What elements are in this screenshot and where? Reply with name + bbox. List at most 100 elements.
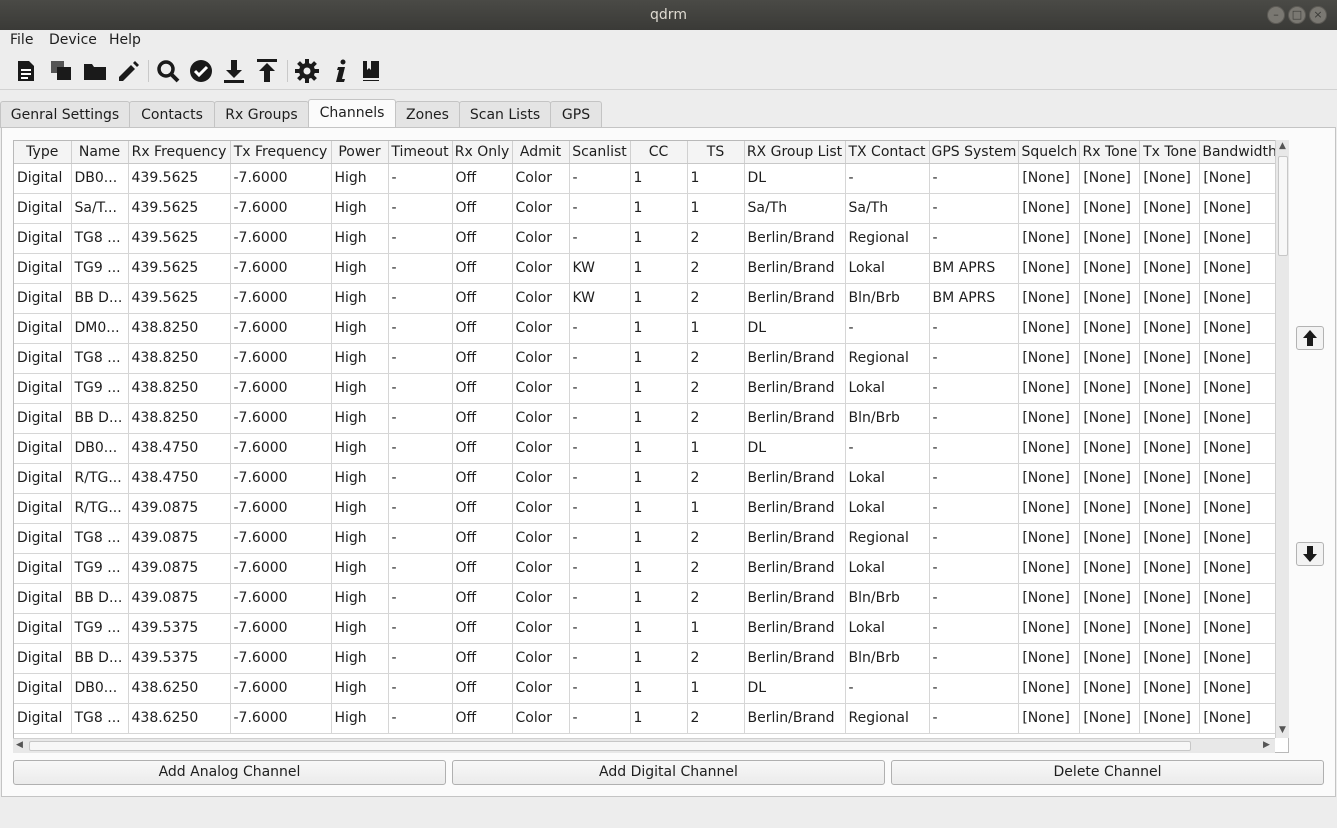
table-cell[interactable]: 438.4750 [128,463,231,494]
column-header[interactable]: TX Contact [845,141,930,164]
table-cell[interactable]: Berlin/Brand [744,373,846,404]
table-cell[interactable]: 2 [687,223,745,254]
table-cell[interactable]: DB0... [71,433,129,464]
table-cell[interactable]: Berlin/Brand [744,703,846,734]
table-row[interactable]: Digital DB0... 439.5625 -7.6000 High - Off Colo… [14,163,1280,194]
verify-check-icon[interactable] [188,58,214,84]
table-cell[interactable]: Digital [14,193,72,224]
table-cell[interactable]: - [569,223,631,254]
table-cell[interactable]: [None] [1199,583,1280,614]
table-cell[interactable]: Off [452,553,513,584]
table-cell[interactable]: High [331,583,389,614]
table-cell[interactable]: [None] [1199,493,1280,524]
table-cell[interactable]: 439.0875 [128,523,231,554]
table-cell[interactable]: Digital [14,583,72,614]
table-cell[interactable]: Color [512,253,570,284]
table-row[interactable]: Digital DM0... 438.8250 -7.6000 High - Off Colo… [14,313,1280,344]
table-cell[interactable]: - [929,493,1020,524]
scroll-left-arrow-icon[interactable]: ◀ [16,740,23,750]
table-cell[interactable]: Off [452,463,513,494]
table-cell[interactable]: Lokal [845,253,930,284]
scroll-right-arrow-icon[interactable]: ▶ [1263,740,1270,750]
move-up-button[interactable] [1296,326,1324,350]
table-cell[interactable]: Off [452,193,513,224]
table-cell[interactable]: [None] [1079,343,1141,374]
table-cell[interactable]: - [929,403,1020,434]
table-cell[interactable]: TG8 ... [71,703,129,734]
table-cell[interactable]: Berlin/Brand [744,253,846,284]
table-cell[interactable]: [None] [1139,253,1201,284]
table-cell[interactable]: [None] [1018,553,1081,584]
table-cell[interactable]: - [929,433,1020,464]
table-cell[interactable]: Regional [845,343,930,374]
table-cell[interactable]: 438.8250 [128,403,231,434]
table-cell[interactable]: Digital [14,553,72,584]
table-cell[interactable]: Off [452,703,513,734]
table-cell[interactable]: [None] [1139,673,1201,704]
horizontal-scroll-thumb[interactable] [29,741,1191,751]
table-row[interactable]: Digital TG9 ... 438.8250 -7.6000 High - Off Col… [14,373,1280,404]
table-cell[interactable]: High [331,613,389,644]
menu-file[interactable]: File [10,32,33,48]
table-cell[interactable]: DL [744,163,846,194]
table-cell[interactable]: DB0... [71,673,129,704]
table-cell[interactable]: 1 [630,643,688,674]
table-cell[interactable]: [None] [1139,163,1201,194]
table-row[interactable]: Digital BB D... 439.5375 -7.6000 High - Off Col… [14,643,1280,674]
table-cell[interactable]: - [388,703,453,734]
table-cell[interactable]: [None] [1139,553,1201,584]
table-cell[interactable]: Regional [845,223,930,254]
table-cell[interactable]: - [845,163,930,194]
table-cell[interactable]: Off [452,523,513,554]
table-cell[interactable]: Off [452,163,513,194]
table-cell[interactable]: High [331,283,389,314]
table-cell[interactable]: 1 [630,493,688,524]
table-cell[interactable]: Digital [14,223,72,254]
table-cell[interactable]: Color [512,613,570,644]
table-row[interactable]: Digital DB0... 438.4750 -7.6000 High - Off Colo… [14,433,1280,464]
table-cell[interactable]: 1 [630,373,688,404]
table-cell[interactable]: -7.6000 [230,223,332,254]
table-cell[interactable]: High [331,433,389,464]
table-cell[interactable]: [None] [1079,253,1141,284]
table-cell[interactable]: [None] [1199,223,1280,254]
table-cell[interactable]: 439.5625 [128,193,231,224]
table-cell[interactable]: - [569,673,631,704]
table-cell[interactable]: TG8 ... [71,223,129,254]
table-cell[interactable]: -7.6000 [230,523,332,554]
table-cell[interactable]: 2 [687,403,745,434]
table-cell[interactable]: - [929,583,1020,614]
table-cell[interactable]: KW [569,253,631,284]
table-cell[interactable]: [None] [1139,223,1201,254]
table-cell[interactable]: [None] [1199,433,1280,464]
table-cell[interactable]: Berlin/Brand [744,493,846,524]
table-cell[interactable]: - [388,583,453,614]
table-cell[interactable]: Color [512,553,570,584]
table-cell[interactable]: DM0... [71,313,129,344]
table-cell[interactable]: [None] [1139,313,1201,344]
table-cell[interactable]: -7.6000 [230,613,332,644]
vertical-scrollbar[interactable]: ▲ ▼ [1275,140,1289,738]
table-row[interactable]: Digital TG8 ... 438.6250 -7.6000 High - Off Col… [14,703,1280,734]
tab-zones[interactable]: Zones [395,101,460,128]
table-cell[interactable]: DL [744,673,846,704]
table-cell[interactable]: Digital [14,373,72,404]
table-cell[interactable]: Digital [14,643,72,674]
table-cell[interactable]: 1 [630,193,688,224]
table-cell[interactable]: - [388,433,453,464]
table-cell[interactable]: - [569,313,631,344]
table-cell[interactable]: Berlin/Brand [744,283,846,314]
table-cell[interactable]: - [929,673,1020,704]
table-cell[interactable]: - [569,343,631,374]
table-row[interactable]: Digital BB D... 439.5625 -7.6000 High - Off Col… [14,283,1280,314]
column-header[interactable]: Bandwidth [1199,141,1280,164]
table-cell[interactable]: Lokal [845,463,930,494]
table-cell[interactable]: - [569,553,631,584]
table-cell[interactable]: BB D... [71,643,129,674]
table-cell[interactable]: 439.5375 [128,613,231,644]
table-cell[interactable]: 1 [630,553,688,584]
table-cell[interactable]: High [331,643,389,674]
table-cell[interactable]: [None] [1018,703,1081,734]
table-cell[interactable]: - [388,493,453,524]
table-row[interactable]: Digital TG8 ... 438.8250 -7.6000 High - Off Col… [14,343,1280,374]
